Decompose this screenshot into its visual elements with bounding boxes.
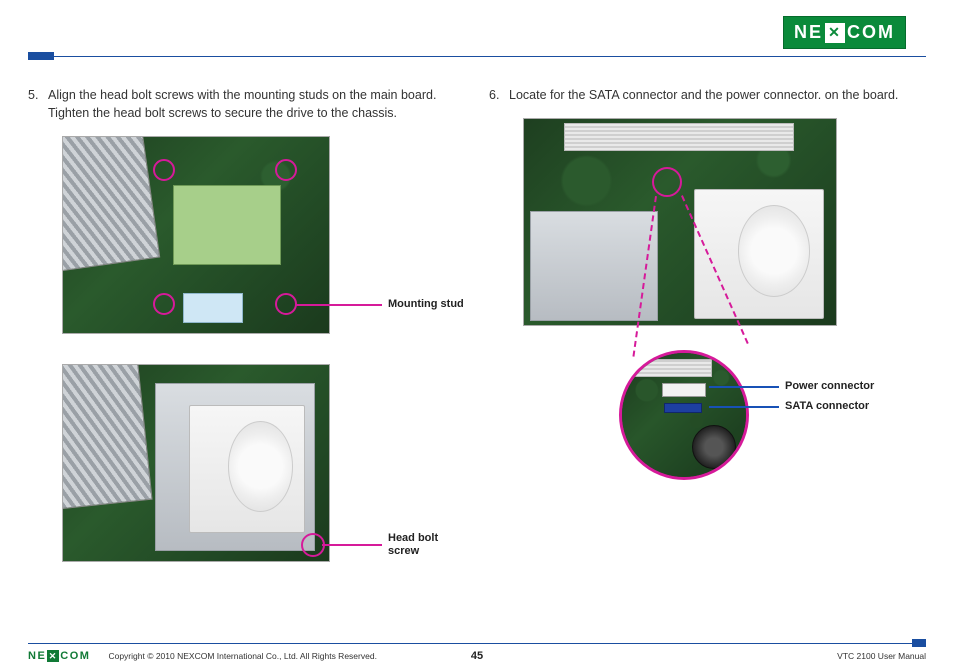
- brand-left: NE: [794, 22, 823, 43]
- zoom-ribbon: [632, 359, 712, 377]
- hdd-2: [694, 189, 824, 319]
- step-6: 6. Locate for the SATA connector and the…: [489, 86, 926, 104]
- step-6-text: Locate for the SATA connector and the po…: [509, 86, 926, 104]
- footer-brand-x-icon: ✕: [47, 650, 59, 662]
- header-rule: [0, 52, 954, 60]
- sata-connector-label: SATA connector: [785, 400, 869, 412]
- header-rule-line: [28, 56, 926, 57]
- brand-box: NE ✕ COM: [783, 16, 906, 49]
- page: NE ✕ COM 5. Align the head bolt screws w…: [0, 0, 954, 672]
- footer-rule: [28, 639, 926, 647]
- figure-head-bolt: Head bolt screw: [62, 364, 465, 574]
- sata-connector-shape: [664, 403, 702, 413]
- right-column: 6. Locate for the SATA connector and the…: [489, 86, 926, 592]
- manual-title: VTC 2100 User Manual: [837, 651, 926, 661]
- power-connector-shape: [662, 383, 706, 397]
- zoom-detail: [619, 350, 749, 480]
- footer-rule-line: [28, 643, 926, 644]
- photo-drive-installed: [62, 364, 330, 562]
- mini-pcie-slot: [173, 185, 281, 265]
- head-bolt-line: [322, 544, 382, 546]
- mounting-stud-label: Mounting stud: [388, 298, 464, 310]
- copyright-text: Copyright © 2010 NEXCOM International Co…: [108, 651, 376, 661]
- page-footer: NE ✕ COM Copyright © 2010 NEXCOM Interna…: [28, 639, 926, 662]
- footer-row: NE ✕ COM Copyright © 2010 NEXCOM Interna…: [28, 650, 926, 662]
- power-connector-line: [709, 386, 779, 388]
- photo-board-connectors: [523, 118, 837, 326]
- ribbon-cable-top: [564, 123, 794, 151]
- power-connector-label: Power connector: [785, 380, 874, 392]
- brand-right: COM: [847, 22, 895, 43]
- sata-connector-line: [709, 406, 779, 408]
- footer-rule-block: [912, 639, 926, 647]
- content: 5. Align the head bolt screws with the m…: [28, 86, 926, 592]
- left-column: 5. Align the head bolt screws with the m…: [28, 86, 465, 592]
- head-bolt-label: Head bolt screw: [388, 532, 458, 557]
- hdd: [189, 405, 305, 533]
- footer-brand-right: COM: [60, 650, 90, 662]
- mounting-stud-line: [296, 304, 382, 306]
- footer-brand-left: NE: [28, 650, 46, 662]
- figure-connectors: Power connector SATA connector: [523, 118, 926, 538]
- card-module: [183, 293, 243, 323]
- page-number: 45: [471, 650, 483, 662]
- brand-x-icon: ✕: [825, 23, 845, 43]
- heatsink: [62, 136, 160, 271]
- zoom-capacitor: [692, 425, 736, 469]
- step-5-text: Align the head bolt screws with the moun…: [48, 86, 465, 122]
- page-header: NE ✕ COM: [28, 16, 926, 60]
- step-5-number: 5.: [28, 86, 48, 122]
- figure-mounting-studs: Mounting stud: [62, 136, 465, 346]
- step-5: 5. Align the head bolt screws with the m…: [28, 86, 465, 122]
- photo-mainboard-top: [62, 136, 330, 334]
- heatsink-2: [62, 364, 153, 510]
- step-6-number: 6.: [489, 86, 509, 104]
- brand-logo: NE ✕ COM: [783, 16, 906, 49]
- footer-brand: NE ✕ COM: [28, 650, 90, 662]
